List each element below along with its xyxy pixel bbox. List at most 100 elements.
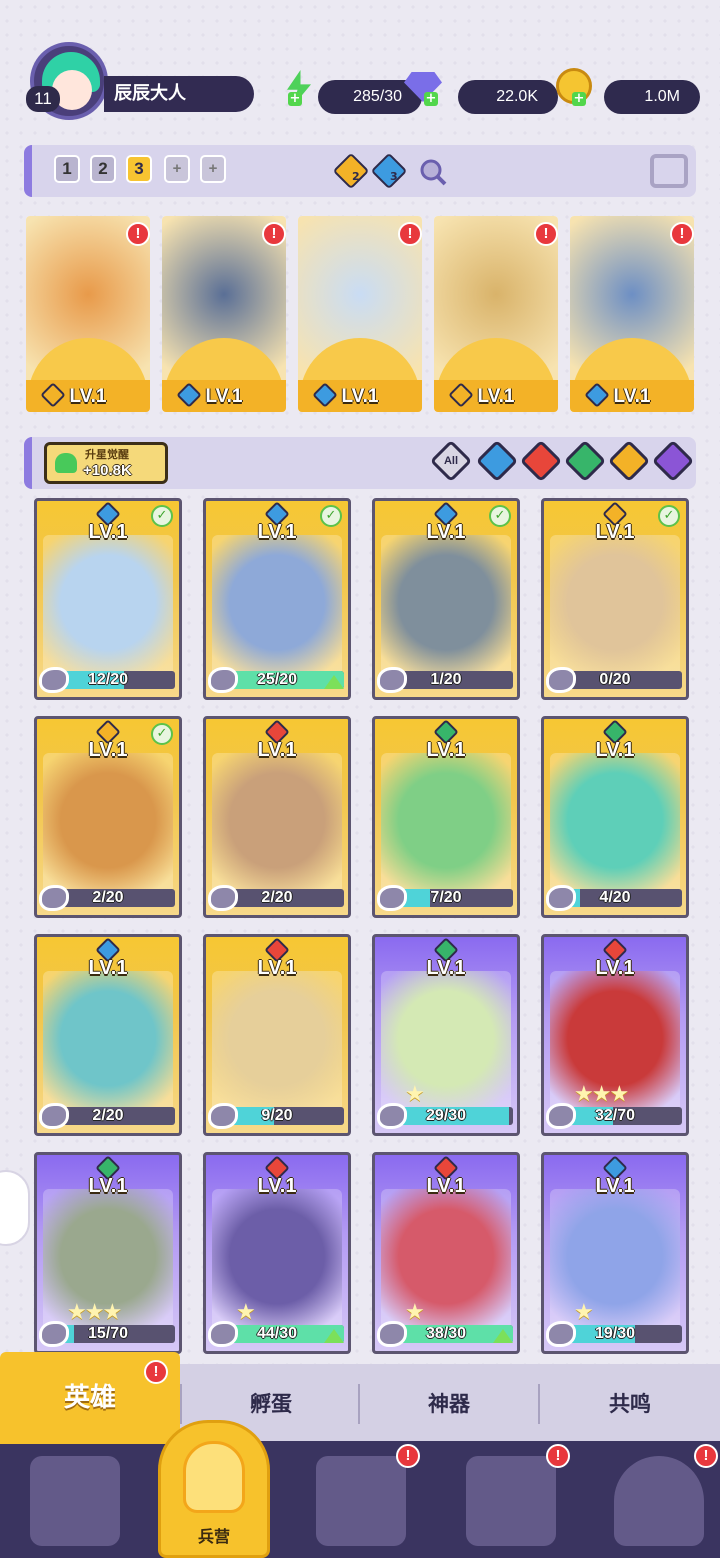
tab-divider: [358, 1384, 360, 1424]
nav-shop-button[interactable]: [466, 1456, 556, 1546]
element-count: 2: [352, 170, 360, 183]
tab-artifacts[interactable]: 神器: [360, 1352, 538, 1432]
star-rating: ★★★: [574, 1082, 629, 1107]
star-rating: ★: [405, 1300, 425, 1325]
team-slot-1[interactable]: 1: [54, 155, 80, 183]
team-member-card[interactable]: LV.1: [570, 216, 694, 412]
player-name: 辰辰大人: [104, 76, 254, 112]
hero-portrait: [550, 535, 680, 685]
share-icon[interactable]: [650, 154, 688, 188]
tab-resonance[interactable]: 共鸣: [540, 1352, 720, 1432]
hero-portrait: [212, 971, 342, 1121]
hero-level: LV.1: [613, 386, 651, 407]
hero-level: LV.1: [69, 386, 107, 407]
hero-portrait: [43, 753, 173, 903]
shard-icon: [39, 1321, 69, 1347]
team-member-card[interactable]: LV.1: [298, 216, 422, 412]
hero-card[interactable]: LV.1 2/20: [203, 716, 351, 918]
hero-portrait: [43, 971, 173, 1121]
nav-guild-button[interactable]: [614, 1456, 704, 1546]
team-member-card[interactable]: LV.1: [26, 216, 150, 412]
plus-icon[interactable]: +: [424, 92, 438, 106]
search-icon[interactable]: [418, 157, 448, 187]
add-team-slot-button[interactable]: +: [200, 155, 226, 183]
shard-icon: [208, 1321, 238, 1347]
hero-card[interactable]: LV.1 ✓ 1/20: [372, 498, 520, 700]
shard-icon: [377, 1321, 407, 1347]
hero-level: LV.1: [477, 386, 515, 407]
hero-portrait: [43, 535, 173, 685]
nav-cards-button[interactable]: [30, 1456, 120, 1546]
hero-portrait: [381, 1189, 511, 1339]
hero-card[interactable]: LV.1 ★★★ 32/70: [541, 934, 689, 1136]
hero-level: LV.1: [426, 739, 466, 761]
hero-level: LV.1: [88, 1175, 128, 1197]
hero-level: LV.1: [257, 739, 297, 761]
upgrade-arrow-icon: [324, 675, 344, 689]
side-avatar-bubble[interactable]: [0, 1170, 30, 1246]
hero-card[interactable]: LV.1 ✓ 2/20: [34, 716, 182, 918]
upgrade-label: 升星觉醒: [85, 448, 129, 461]
alert-badge: !: [126, 222, 150, 246]
hero-card[interactable]: LV.1 ★ 44/30: [203, 1152, 351, 1354]
shard-icon: [208, 885, 238, 911]
hero-level: LV.1: [595, 739, 635, 761]
shard-icon: [546, 885, 576, 911]
hero-card[interactable]: LV.1 9/20: [203, 934, 351, 1136]
upgrade-arrow-icon: [493, 1329, 513, 1343]
star-rating: ★★★: [67, 1300, 122, 1325]
star-rating: ★: [574, 1300, 594, 1325]
resource-coins-pill: 1.0M: [604, 80, 700, 114]
hero-level: LV.1: [205, 386, 243, 407]
tab-divider: [180, 1384, 182, 1424]
barracks-icon: [183, 1441, 245, 1513]
upgrade-awaken-button[interactable]: 升星觉醒 +10.8K: [44, 442, 168, 484]
upgrade-value: +10.8K: [83, 462, 132, 479]
alert-badge: !: [262, 222, 286, 246]
hero-level: LV.1: [341, 386, 379, 407]
hero-card[interactable]: LV.1 ★ 38/30: [372, 1152, 520, 1354]
team-member-card[interactable]: LV.1: [162, 216, 286, 412]
team-member-card[interactable]: LV.1: [434, 216, 558, 412]
add-team-slot-button[interactable]: +: [164, 155, 190, 183]
hero-card[interactable]: LV.1 ★ 19/30: [541, 1152, 689, 1354]
star-rating: ★: [405, 1082, 425, 1107]
plus-icon[interactable]: +: [288, 92, 302, 106]
alert-badge: !: [546, 1444, 570, 1468]
team-slot-3[interactable]: 3: [126, 155, 152, 183]
hero-level: LV.1: [426, 957, 466, 979]
hero-card[interactable]: LV.1 ✓ 12/20: [34, 498, 182, 700]
team-slot-2[interactable]: 2: [90, 155, 116, 183]
star-rating: ★: [236, 1300, 256, 1325]
hero-card[interactable]: LV.1 ★ 29/30: [372, 934, 520, 1136]
nav-barracks-button[interactable]: 兵营: [158, 1420, 270, 1558]
plus-icon[interactable]: +: [572, 92, 586, 106]
player-level-badge: 11: [26, 86, 60, 112]
nav-barracks-label: 兵营: [197, 1527, 230, 1546]
owned-check-icon: ✓: [151, 505, 173, 527]
hero-level: LV.1: [595, 957, 635, 979]
hero-card[interactable]: LV.1 7/20: [372, 716, 520, 918]
hero-card[interactable]: LV.1 ✓ 0/20: [541, 498, 689, 700]
owned-check-icon: ✓: [489, 505, 511, 527]
hero-level: LV.1: [426, 1175, 466, 1197]
hero-card[interactable]: LV.1 ★★★ 15/70: [34, 1152, 182, 1354]
shard-icon: [546, 667, 576, 693]
hero-card[interactable]: LV.1 4/20: [541, 716, 689, 918]
hero-level: LV.1: [88, 957, 128, 979]
nav-map-button[interactable]: [316, 1456, 406, 1546]
shard-icon: [39, 885, 69, 911]
shard-icon: [546, 1321, 576, 1347]
hero-card[interactable]: LV.1 ✓ 25/20: [203, 498, 351, 700]
hero-card[interactable]: LV.1 2/20: [34, 934, 182, 1136]
shard-icon: [377, 885, 407, 911]
owned-check-icon: ✓: [658, 505, 680, 527]
hero-portrait: [381, 753, 511, 903]
shard-icon: [39, 667, 69, 693]
shard-icon: [39, 1103, 69, 1129]
hero-portrait: [212, 535, 342, 685]
hero-portrait: [212, 753, 342, 903]
alert-badge: !: [396, 1444, 420, 1468]
alert-badge: !: [670, 222, 694, 246]
alert-badge: !: [144, 1360, 168, 1384]
